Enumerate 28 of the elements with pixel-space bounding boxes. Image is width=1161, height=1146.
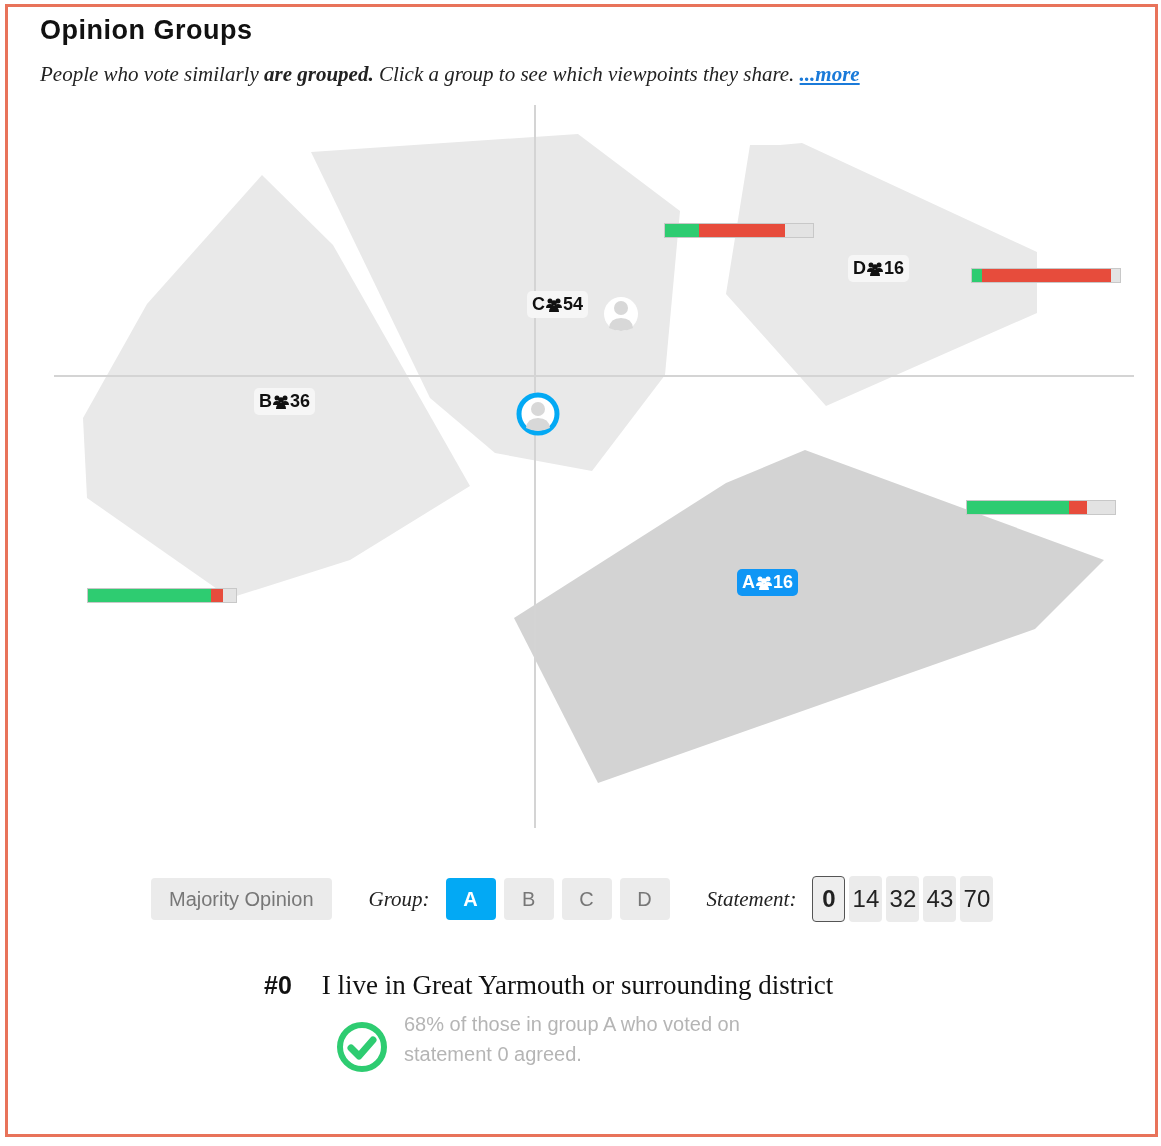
section-title: Opinion Groups [40,15,254,46]
statement-text: I live in Great Yarmouth or surrounding district [321,970,834,1001]
people-icon [546,297,562,312]
statement-tab[interactable]: 70 [960,876,994,922]
group-label[interactable]: B 36 [254,388,316,415]
people-icon [756,575,772,590]
check-icon [336,1021,388,1073]
group-region[interactable] [726,143,1037,406]
group-tab[interactable]: C [561,878,612,920]
statement-filter-label: Statement: [706,886,797,912]
group-tab[interactable]: B [503,878,554,920]
people-icon [867,261,883,276]
group-label[interactable]: D 16 [848,255,910,282]
statement-tab[interactable]: 32 [886,876,920,922]
user-avatar-icon [516,392,560,436]
group-label[interactable]: C 54 [527,291,589,318]
statement-tab[interactable]: 14 [849,876,883,922]
statement-tab[interactable]: 0 [812,876,846,922]
avatar-icon [604,297,638,331]
people-icon [273,394,289,409]
statement-number: #0 [264,971,292,1000]
more-link[interactable]: ...more [799,62,860,86]
group-tab[interactable]: D [619,878,670,920]
statement-tab[interactable]: 43 [923,876,957,922]
majority-opinion-button[interactable]: Majority Opinion [151,878,332,920]
group-filter-label: Group: [368,886,430,912]
result-text: 68% of those in group A who voted on statement 0 agreed. [404,1012,741,1067]
description-text: People who vote similarly are grouped. Click a group to see which viewpoints they share. ...more [40,62,861,87]
